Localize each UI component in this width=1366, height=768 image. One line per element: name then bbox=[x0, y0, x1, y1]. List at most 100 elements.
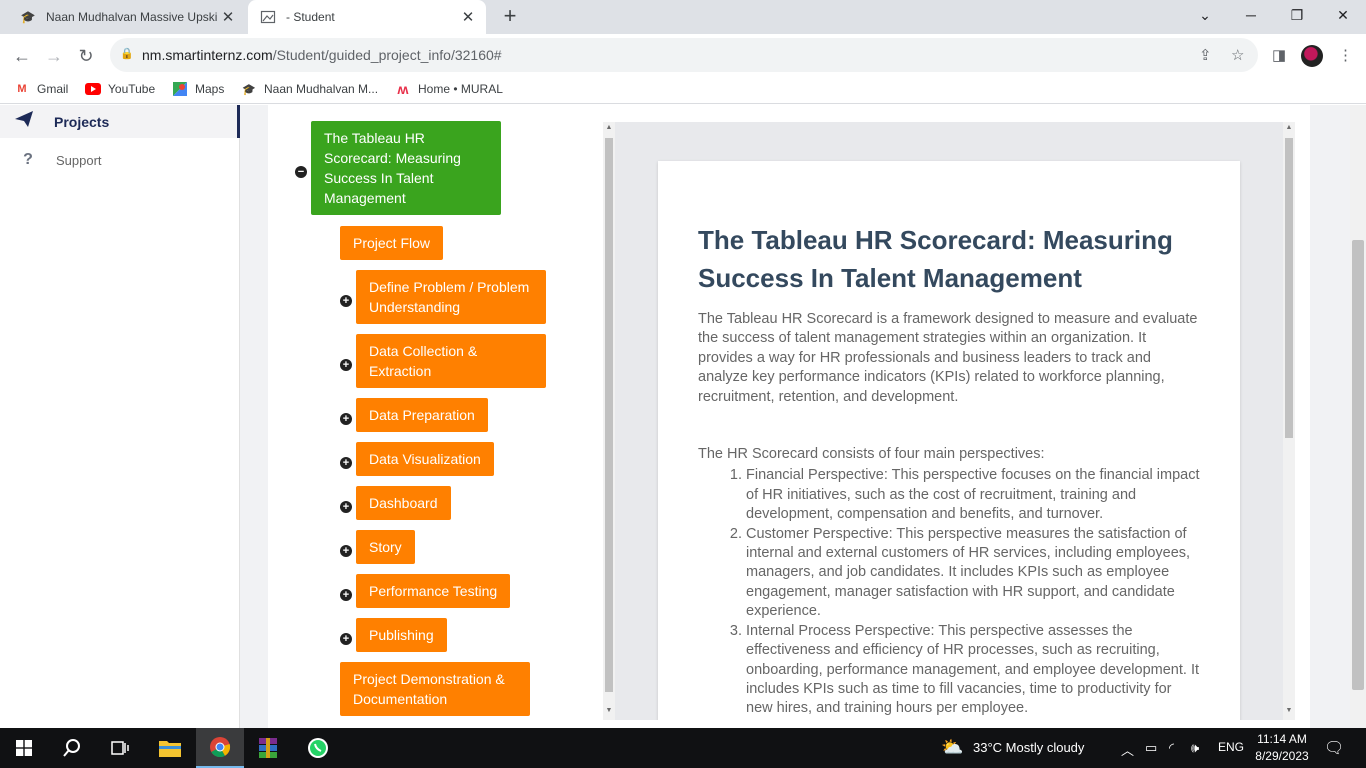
expand-toggle-icon[interactable]: + bbox=[340, 545, 352, 557]
graduation-cap-icon: 🎓 bbox=[242, 83, 256, 96]
tab-search-icon[interactable]: ⌄ bbox=[1182, 0, 1228, 30]
perspectives-list: Financial Perspective: This perspective … bbox=[698, 466, 1200, 718]
bookmark-naan-mudhalvan[interactable]: 🎓 Naan Mudhalvan M... bbox=[241, 82, 378, 96]
new-tab-button[interactable]: + bbox=[498, 5, 522, 29]
chevron-up-icon[interactable]: ︿ bbox=[1121, 740, 1134, 759]
notification-icon[interactable]: 🗨 bbox=[1324, 738, 1344, 758]
right-pane-scrollbar[interactable]: ▲ ▼ bbox=[1283, 122, 1295, 720]
windows-start-icon[interactable] bbox=[0, 728, 48, 768]
bookmark-mural[interactable]: ʍ Home • MURAL bbox=[395, 81, 503, 97]
weather-cloud-icon[interactable]: ⛅ bbox=[941, 737, 963, 758]
browser-toolbar: ← → ↻ 🔒 nm.smartinternz.com/Student/guid… bbox=[0, 34, 1366, 76]
flow-node-story[interactable]: Story bbox=[356, 530, 415, 564]
expand-toggle-icon[interactable]: + bbox=[340, 413, 352, 425]
lock-icon: 🔒 bbox=[120, 48, 134, 60]
scrollbar-thumb[interactable] bbox=[605, 138, 613, 692]
scroll-down-icon[interactable]: ▼ bbox=[1283, 707, 1295, 714]
wifi-icon[interactable]: ◜ bbox=[1169, 740, 1174, 756]
sidebar-item-support[interactable]: ? Support bbox=[0, 149, 240, 171]
bookmark-youtube[interactable]: YouTube bbox=[85, 82, 155, 96]
clock-date: 8/29/2023 bbox=[1255, 749, 1309, 763]
collapse-toggle-icon[interactable]: − bbox=[295, 166, 307, 178]
flow-root-node[interactable]: The Tableau HR Scorecard: Measuring Succ… bbox=[311, 121, 501, 215]
expand-toggle-icon[interactable]: + bbox=[340, 295, 352, 307]
language-indicator[interactable]: ENG bbox=[1218, 740, 1244, 754]
bookmark-star-icon[interactable]: ☆ bbox=[1231, 46, 1244, 64]
scroll-down-icon[interactable]: ▼ bbox=[603, 707, 615, 714]
restore-button[interactable]: ❐ bbox=[1274, 0, 1320, 30]
page-body: Projects ? Support − The Tableau HR Scor… bbox=[0, 105, 1366, 728]
url-text: nm.smartinternz.com/Student/guided_proje… bbox=[142, 47, 502, 63]
flow-node-data-visualization[interactable]: Data Visualization bbox=[356, 442, 494, 476]
expand-toggle-icon[interactable]: + bbox=[340, 501, 352, 513]
scroll-up-icon[interactable]: ▲ bbox=[1283, 124, 1295, 131]
minimize-button[interactable]: ─ bbox=[1228, 0, 1274, 30]
main-content: − The Tableau HR Scorecard: Measuring Su… bbox=[268, 105, 1310, 728]
volume-icon[interactable]: 🕪 bbox=[1191, 740, 1199, 756]
flow-node-data-collection[interactable]: Data Collection & Extraction bbox=[356, 334, 546, 388]
mural-icon: ʍ bbox=[397, 81, 409, 97]
question-icon: ? bbox=[23, 151, 33, 168]
clock-time: 11:14 AM bbox=[1257, 732, 1307, 746]
expand-toggle-icon[interactable]: + bbox=[340, 589, 352, 601]
share-icon[interactable]: ⇪ bbox=[1199, 46, 1212, 64]
project-description-card: The Tableau HR Scorecard: Measuring Succ… bbox=[658, 161, 1240, 720]
scrollbar-thumb[interactable] bbox=[1285, 138, 1293, 438]
bookmark-maps[interactable]: Maps bbox=[172, 82, 224, 96]
flow-node-dashboard[interactable]: Dashboard bbox=[356, 486, 451, 520]
back-arrow-icon[interactable]: ← bbox=[8, 42, 36, 70]
expand-toggle-icon[interactable]: + bbox=[340, 457, 352, 469]
menu-kebab-icon[interactable]: ⋮ bbox=[1338, 46, 1353, 64]
profile-avatar[interactable] bbox=[1301, 45, 1323, 67]
list-item: Customer Perspective: This perspective m… bbox=[746, 525, 1200, 622]
youtube-icon bbox=[85, 82, 101, 96]
forward-arrow-icon[interactable]: → bbox=[40, 42, 68, 70]
flow-node-data-preparation[interactable]: Data Preparation bbox=[356, 398, 488, 432]
graduation-cap-icon: 🎓 bbox=[20, 10, 36, 24]
tab-title: Naan Mudhalvan Massive Upskill bbox=[46, 10, 218, 24]
flow-node-performance-testing[interactable]: Performance Testing bbox=[356, 574, 511, 608]
browser-tab-naan-mudhalvan[interactable]: 🎓 Naan Mudhalvan Massive Upskill ✕ bbox=[8, 0, 246, 34]
tab-strip: 🎓 Naan Mudhalvan Massive Upskill ✕ - Stu… bbox=[0, 0, 1366, 34]
reload-icon[interactable]: ↻ bbox=[72, 42, 100, 70]
expand-toggle-icon[interactable]: + bbox=[340, 359, 352, 371]
page-scrollbar[interactable] bbox=[1350, 105, 1366, 728]
tab-title: - Student bbox=[286, 10, 335, 24]
content-pane: ▲ ▼ The Tableau HR Scorecard: Measuring … bbox=[603, 122, 1295, 720]
system-clock[interactable]: 11:14 AM 8/29/2023 bbox=[1250, 731, 1314, 765]
expand-toggle-icon[interactable]: + bbox=[340, 633, 352, 645]
battery-icon[interactable]: ▭ bbox=[1145, 740, 1157, 756]
flow-node-publishing[interactable]: Publishing bbox=[356, 618, 447, 652]
search-icon[interactable] bbox=[48, 728, 96, 768]
paper-plane-icon bbox=[14, 111, 34, 132]
side-panel-icon[interactable]: ◨ bbox=[1272, 46, 1286, 64]
bookmarks-bar: M Gmail YouTube Maps 🎓 Naan Mudhalvan M.… bbox=[0, 76, 1366, 104]
address-bar[interactable]: 🔒 nm.smartinternz.com/Student/guided_pro… bbox=[110, 38, 1258, 72]
sidebar-item-projects[interactable]: Projects bbox=[0, 105, 240, 138]
flow-node-define-problem[interactable]: Define Problem / Problem Understanding bbox=[356, 270, 546, 324]
windows-taskbar: ⛅ 33°C Mostly cloudy ︿ ▭ ◜ 🕪 ENG 11:14 A… bbox=[0, 728, 1366, 768]
scrollbar-thumb[interactable] bbox=[1352, 240, 1364, 690]
list-item: Financial Perspective: This perspective … bbox=[746, 466, 1200, 524]
weather-text[interactable]: 33°C Mostly cloudy bbox=[973, 740, 1084, 755]
project-title: The Tableau HR Scorecard: Measuring Succ… bbox=[698, 225, 1173, 293]
left-pane-scrollbar[interactable]: ▲ ▼ bbox=[603, 122, 615, 720]
close-tab-icon[interactable]: ✕ bbox=[218, 8, 238, 26]
maps-icon bbox=[172, 82, 188, 96]
flow-node-project-flow[interactable]: Project Flow bbox=[340, 226, 444, 260]
browser-tab-student[interactable]: - Student ✕ bbox=[248, 0, 486, 34]
perspectives-intro: The HR Scorecard consists of four main p… bbox=[698, 446, 1045, 463]
list-item: Internal Process Perspective: This persp… bbox=[746, 622, 1200, 719]
task-view-icon[interactable] bbox=[96, 728, 144, 768]
bookmark-gmail[interactable]: M Gmail bbox=[14, 82, 68, 96]
whatsapp-icon[interactable] bbox=[294, 728, 342, 768]
close-tab-icon[interactable]: ✕ bbox=[458, 8, 478, 26]
chrome-icon[interactable] bbox=[196, 728, 244, 768]
project-intro: The Tableau HR Scorecard is a framework … bbox=[698, 311, 1198, 405]
file-explorer-icon[interactable] bbox=[146, 728, 194, 768]
winrar-icon[interactable] bbox=[244, 728, 292, 768]
close-window-button[interactable]: ✕ bbox=[1320, 0, 1366, 30]
scroll-up-icon[interactable]: ▲ bbox=[603, 124, 615, 131]
flow-node-project-demonstration[interactable]: Project Demonstration & Documentation bbox=[340, 662, 530, 716]
sidebar: Projects ? Support bbox=[0, 105, 240, 728]
